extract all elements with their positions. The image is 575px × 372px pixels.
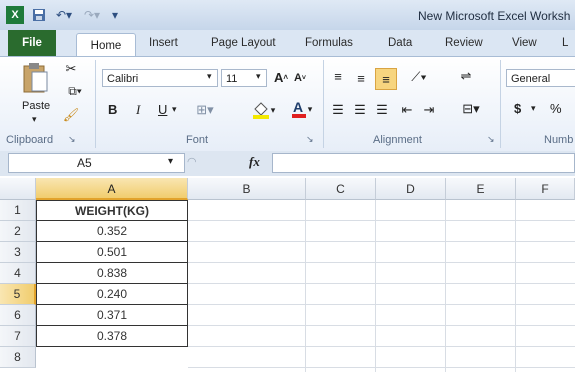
font-size-value: 11 xyxy=(226,73,238,85)
undo-icon[interactable]: ↶▾ xyxy=(52,6,76,24)
column-header-c[interactable]: C xyxy=(306,178,376,200)
cell-a3[interactable]: 0.501 xyxy=(36,242,188,263)
wrap-text-icon[interactable]: ⇌ xyxy=(456,66,476,86)
align-left-icon[interactable]: ☰ xyxy=(330,102,346,118)
align-right-icon[interactable]: ☰ xyxy=(374,102,390,118)
column-header-f[interactable]: F xyxy=(516,178,575,200)
borders-icon[interactable]: ⊞▾ xyxy=(190,101,220,119)
svg-text:A: A xyxy=(293,99,303,115)
number-group-label: Numb xyxy=(544,134,574,146)
cell-a2[interactable]: 0.352 xyxy=(36,221,188,242)
row-header-6[interactable]: 6 xyxy=(0,305,36,326)
grow-font-icon[interactable]: A ˄ xyxy=(272,68,290,86)
tab-formulas[interactable]: Formulas xyxy=(305,37,353,49)
formula-bar-resize-icon[interactable]: ◠ xyxy=(187,155,197,168)
chevron-down-icon[interactable]: ▾ xyxy=(531,103,536,114)
align-bottom-icon[interactable]: ≡ xyxy=(375,68,397,90)
gridline xyxy=(188,283,575,284)
row-header-5[interactable]: 5 xyxy=(0,284,36,305)
gridline xyxy=(188,346,575,347)
font-group-label: Font xyxy=(186,134,209,146)
select-all-corner[interactable] xyxy=(0,178,36,200)
tab-view[interactable]: View xyxy=(512,37,537,49)
currency-button[interactable]: $ xyxy=(514,101,521,116)
group-divider xyxy=(323,60,324,148)
redo-icon[interactable]: ↷▾ xyxy=(80,6,104,24)
increase-indent-icon[interactable]: ⇥ xyxy=(420,102,438,118)
name-box[interactable]: A5 xyxy=(8,153,185,173)
group-divider xyxy=(95,60,96,148)
align-center-icon[interactable]: ☰ xyxy=(352,102,368,118)
number-format-combo[interactable]: General xyxy=(506,69,575,87)
column-header-a[interactable]: A xyxy=(36,178,188,200)
tab-insert[interactable]: Insert xyxy=(149,37,178,49)
alignment-group-label: Alignment xyxy=(373,134,422,146)
clipboard-group-label: Clipboard xyxy=(6,134,54,146)
gridline xyxy=(188,325,575,326)
cell-a6[interactable]: 0.371 xyxy=(36,305,188,326)
save-icon[interactable] xyxy=(30,6,48,24)
insert-function-button[interactable]: fx xyxy=(249,154,260,170)
title-bar: X ↶▾ ↷▾ ▾ New Microsoft Excel Worksh xyxy=(0,0,575,31)
clipboard-launcher-icon[interactable]: ↘ xyxy=(68,134,76,145)
row-header-1[interactable]: 1 xyxy=(0,200,36,221)
column-header-e[interactable]: E xyxy=(446,178,516,200)
cell-a7[interactable]: 0.378 xyxy=(36,326,188,347)
merge-center-icon[interactable]: ⊟▾ xyxy=(456,100,486,118)
paste-dropdown-icon[interactable]: ▾ xyxy=(32,114,37,125)
window-title: New Microsoft Excel Worksh xyxy=(418,9,571,23)
italic-button[interactable]: I xyxy=(136,102,140,118)
font-name-combo[interactable]: Calibri xyxy=(102,69,218,87)
excel-icon[interactable]: X xyxy=(6,6,24,24)
customize-toolbar-icon[interactable]: ▾ xyxy=(108,6,122,24)
gridline xyxy=(188,262,575,263)
cell-a1[interactable]: WEIGHT(KG) xyxy=(36,200,188,221)
gridline xyxy=(188,220,575,221)
tab-page-layout[interactable]: Page Layout xyxy=(211,37,276,49)
cut-icon[interactable]: ✂ xyxy=(62,60,80,78)
cell-a5[interactable]: 0.240 xyxy=(36,284,188,305)
tab-more[interactable]: L xyxy=(562,37,568,49)
underline-button[interactable]: U xyxy=(158,102,167,117)
orientation-icon[interactable]: ⟋▾ xyxy=(404,68,434,86)
row-header-7[interactable]: 7 xyxy=(0,326,36,347)
shrink-font-icon[interactable]: A ˅ xyxy=(292,70,308,86)
fill-color-icon[interactable]: ▾ xyxy=(246,101,280,119)
column-header-b[interactable]: B xyxy=(188,178,306,200)
align-top-icon[interactable]: ≡ xyxy=(330,68,346,84)
chevron-down-icon[interactable]: ▾ xyxy=(256,71,261,82)
column-header-d[interactable]: D xyxy=(376,178,446,200)
tab-file[interactable]: File xyxy=(8,30,56,56)
font-launcher-icon[interactable]: ↘ xyxy=(306,134,314,145)
percent-button[interactable]: % xyxy=(550,101,562,116)
paste-icon[interactable] xyxy=(18,60,52,96)
chevron-down-icon[interactable]: ▾ xyxy=(172,104,177,115)
tab-home[interactable]: Home xyxy=(76,33,136,58)
gridline xyxy=(188,304,575,305)
row-header-4[interactable]: 4 xyxy=(0,263,36,284)
bold-button[interactable]: B xyxy=(108,102,117,117)
name-box-value: A5 xyxy=(77,156,92,170)
chevron-down-icon[interactable]: ▾ xyxy=(168,156,173,167)
group-divider xyxy=(500,60,501,148)
gridline xyxy=(188,367,575,368)
cell-a4[interactable]: 0.838 xyxy=(36,263,188,284)
copy-icon[interactable]: ⧉▾ xyxy=(62,82,88,100)
row-header-8[interactable]: 8 xyxy=(0,347,36,368)
formula-input[interactable] xyxy=(272,153,575,173)
decrease-indent-icon[interactable]: ⇤ xyxy=(398,102,416,118)
tab-review[interactable]: Review xyxy=(445,37,483,49)
font-name-value: Calibri xyxy=(107,73,139,85)
row-header-2[interactable]: 2 xyxy=(0,221,36,242)
format-painter-icon[interactable]: 🖌 xyxy=(62,106,80,124)
chevron-down-icon[interactable]: ▾ xyxy=(207,71,212,82)
gridline xyxy=(188,241,575,242)
row-header-3[interactable]: 3 xyxy=(0,242,36,263)
align-middle-icon[interactable]: ≡ xyxy=(352,70,370,86)
font-color-icon[interactable]: A ▾ xyxy=(284,99,318,119)
number-format-value: General xyxy=(511,73,551,85)
paste-label[interactable]: Paste xyxy=(22,100,50,112)
tab-data[interactable]: Data xyxy=(388,37,412,49)
alignment-launcher-icon[interactable]: ↘ xyxy=(487,134,495,145)
